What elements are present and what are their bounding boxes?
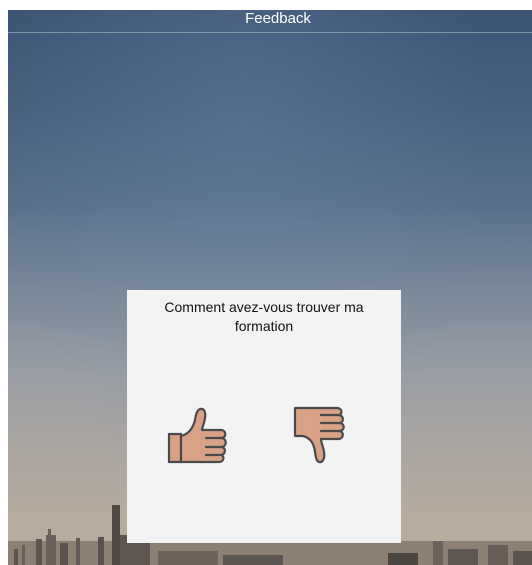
page-title: Feedback <box>245 10 311 27</box>
thumbs-down-icon <box>293 406 345 464</box>
thumbs-down-button[interactable] <box>289 402 355 468</box>
feedback-screen: Feedback Comment avez-vous trouver ma fo… <box>8 10 532 565</box>
thumbs-up-icon <box>167 407 227 464</box>
feedback-question: Comment avez-vous trouver ma formation <box>164 299 364 334</box>
feedback-dialog: Comment avez-vous trouver ma formation <box>127 290 401 543</box>
thumbs-up-button[interactable] <box>165 404 231 470</box>
title-bar: Feedback <box>8 10 532 33</box>
